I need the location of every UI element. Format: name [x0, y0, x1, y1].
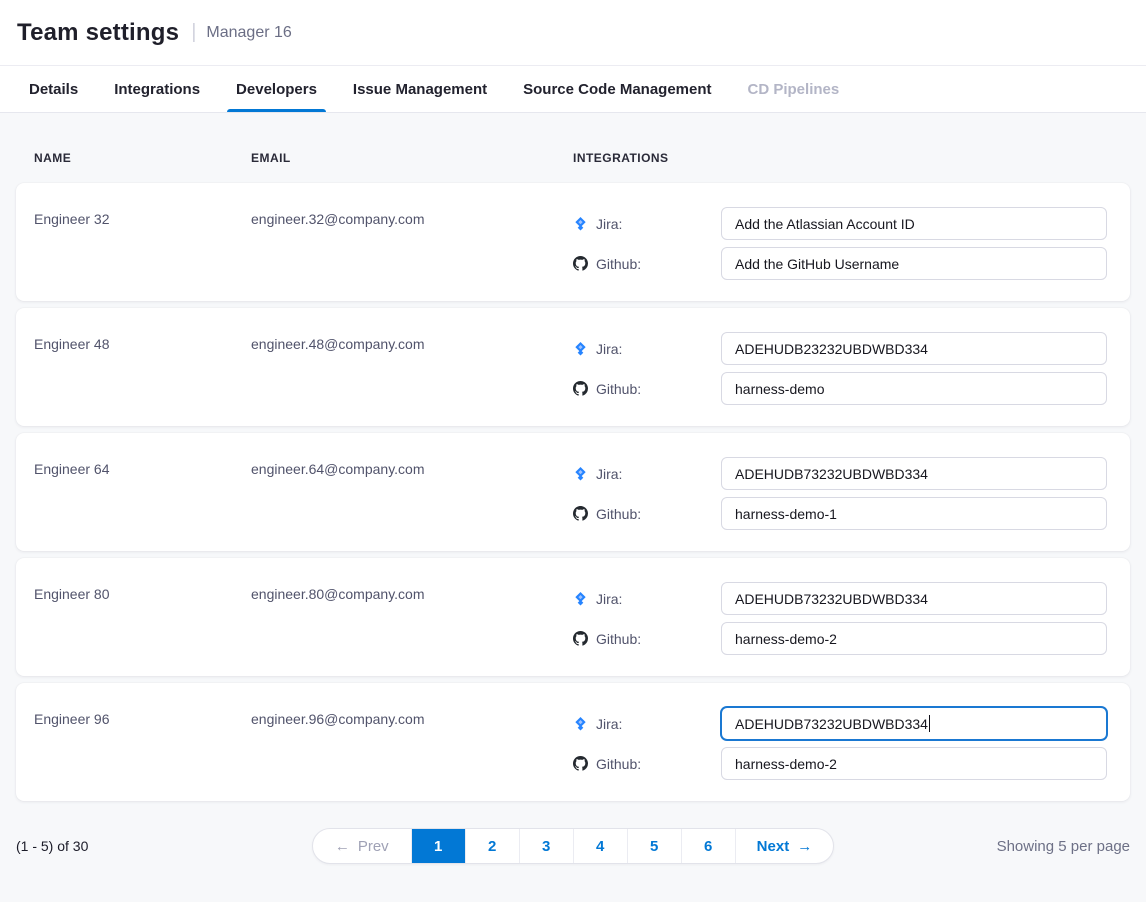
table-row: Engineer 96 engineer.96@company.com Jira… [16, 683, 1130, 801]
table-row: Engineer 64 engineer.64@company.com Jira… [16, 433, 1130, 551]
jira-label-text: Jira: [596, 341, 622, 357]
integrations-cell: Jira: ADEHUDB73232UBDWBD334 Github: harn… [573, 457, 1107, 537]
developer-name: Engineer 32 [34, 207, 251, 228]
jira-diamond-icon [573, 341, 588, 356]
github-octocat-icon [573, 256, 588, 271]
github-label: Github: [573, 506, 721, 522]
tab-cd-pipelines: CD Pipelines [743, 66, 845, 112]
arrow-left-icon: ← [335, 838, 350, 855]
table-header-row: NAME EMAIL INTEGRATIONS [0, 152, 1146, 164]
column-header-integrations: INTEGRATIONS [573, 152, 1146, 164]
page-button-5[interactable]: 5 [627, 829, 681, 863]
developer-name: Engineer 64 [34, 457, 251, 478]
github-input[interactable]: harness-demo [721, 372, 1107, 405]
tab-source-code-management[interactable]: Source Code Management [518, 66, 716, 112]
page-button-3[interactable]: 3 [519, 829, 573, 863]
developer-email: engineer.64@company.com [251, 457, 573, 478]
github-input[interactable]: harness-demo-2 [721, 622, 1107, 655]
table-row: Engineer 32 engineer.32@company.com Jira… [16, 183, 1130, 301]
jira-label: Jira: [573, 341, 721, 357]
pager: ← Prev 1 2 3 4 5 6 Next → [312, 828, 834, 864]
next-page-button[interactable]: Next → [735, 829, 834, 863]
tab-developers[interactable]: Developers [231, 66, 322, 112]
github-label-text: Github: [596, 506, 641, 522]
developers-table: NAME EMAIL INTEGRATIONS Engineer 32 engi… [0, 113, 1146, 864]
column-header-email: EMAIL [251, 152, 573, 164]
jira-label-text: Jira: [596, 591, 622, 607]
arrow-right-icon: → [797, 838, 812, 855]
github-label: Github: [573, 256, 721, 272]
jira-label: Jira: [573, 591, 721, 607]
page-subtitle: Manager 16 [206, 24, 291, 42]
integrations-cell: Jira: ADEHUDB23232UBDWBD334 Github: harn… [573, 332, 1107, 412]
prev-label: Prev [358, 838, 389, 855]
jira-diamond-icon [573, 216, 588, 231]
jira-label: Jira: [573, 216, 721, 232]
developer-name: Engineer 80 [34, 582, 251, 603]
developer-email: engineer.32@company.com [251, 207, 573, 228]
tab-details[interactable]: Details [24, 66, 83, 112]
jira-label-text: Jira: [596, 216, 622, 232]
per-page-text: Showing 5 per page [834, 838, 1130, 855]
jira-diamond-icon [573, 716, 588, 731]
table-row: Engineer 80 engineer.80@company.com Jira… [16, 558, 1130, 676]
github-octocat-icon [573, 631, 588, 646]
page-header: Team settings | Manager 16 [0, 0, 1146, 66]
page-button-6[interactable]: 6 [681, 829, 735, 863]
github-input[interactable]: Add the GitHub Username [721, 247, 1107, 280]
jira-input[interactable]: ADEHUDB73232UBDWBD334 [721, 582, 1107, 615]
integrations-cell: Jira: Add the Atlassian Account ID Githu… [573, 207, 1107, 287]
text-cursor [929, 715, 931, 732]
page-button-2[interactable]: 2 [465, 829, 519, 863]
page-button-1[interactable]: 1 [411, 829, 465, 863]
github-label-text: Github: [596, 381, 641, 397]
prev-page-button[interactable]: ← Prev [313, 829, 411, 863]
developer-name: Engineer 96 [34, 707, 251, 728]
github-octocat-icon [573, 506, 588, 521]
jira-label-text: Jira: [596, 716, 622, 732]
developer-name: Engineer 48 [34, 332, 251, 353]
github-label: Github: [573, 381, 721, 397]
jira-input[interactable]: ADEHUDB73232UBDWBD334 [721, 457, 1107, 490]
github-input[interactable]: harness-demo-2 [721, 747, 1107, 780]
column-header-name: NAME [34, 152, 251, 164]
github-label: Github: [573, 756, 721, 772]
jira-input[interactable]: ADEHUDB23232UBDWBD334 [721, 332, 1107, 365]
github-label-text: Github: [596, 256, 641, 272]
integrations-cell: Jira: ADEHUDB73232UBDWBD334 Github: harn… [573, 707, 1107, 787]
github-label-text: Github: [596, 756, 641, 772]
jira-label: Jira: [573, 466, 721, 482]
jira-input[interactable]: Add the Atlassian Account ID [721, 207, 1107, 240]
jira-label-text: Jira: [596, 466, 622, 482]
title-separator: | [191, 21, 196, 44]
integrations-cell: Jira: ADEHUDB73232UBDWBD334 Github: harn… [573, 582, 1107, 662]
page-button-4[interactable]: 4 [573, 829, 627, 863]
developer-email: engineer.80@company.com [251, 582, 573, 603]
jira-input-focused[interactable]: ADEHUDB73232UBDWBD334 [721, 707, 1107, 740]
jira-diamond-icon [573, 591, 588, 606]
pagination-bar: (1 - 5) of 30 ← Prev 1 2 3 4 5 6 Next → … [0, 828, 1146, 864]
jira-label: Jira: [573, 716, 721, 732]
github-octocat-icon [573, 381, 588, 396]
tabs-bar: Details Integrations Developers Issue Ma… [0, 66, 1146, 113]
page-title: Team settings [17, 19, 179, 47]
github-label: Github: [573, 631, 721, 647]
developer-email: engineer.96@company.com [251, 707, 573, 728]
next-label: Next [757, 838, 790, 855]
tab-issue-management[interactable]: Issue Management [348, 66, 492, 112]
tab-integrations[interactable]: Integrations [109, 66, 205, 112]
github-label-text: Github: [596, 631, 641, 647]
page-range-text: (1 - 5) of 30 [16, 838, 312, 854]
developer-email: engineer.48@company.com [251, 332, 573, 353]
table-row: Engineer 48 engineer.48@company.com Jira… [16, 308, 1130, 426]
jira-diamond-icon [573, 466, 588, 481]
github-octocat-icon [573, 756, 588, 771]
github-input[interactable]: harness-demo-1 [721, 497, 1107, 530]
